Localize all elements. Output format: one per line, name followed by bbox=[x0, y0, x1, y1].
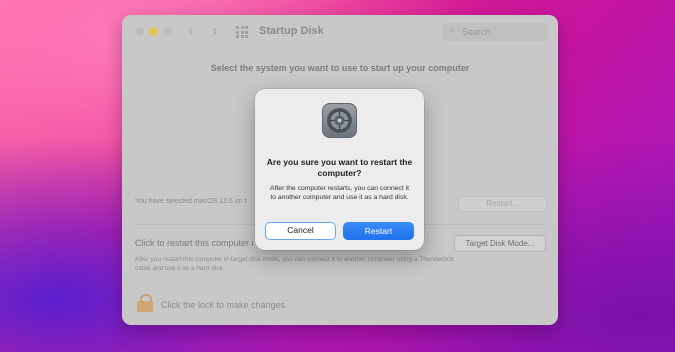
system-preferences-gear-icon bbox=[322, 103, 357, 138]
show-all-grid-icon[interactable] bbox=[236, 26, 248, 38]
selected-system-text: You have selected macOS 12.6 on t bbox=[135, 198, 247, 205]
forward-chevron-icon[interactable]: › bbox=[212, 21, 218, 41]
dialog-title: Are you sure you want to restart the com… bbox=[266, 157, 413, 178]
restart-button-disabled[interactable]: Restart... bbox=[458, 196, 547, 212]
target-disk-description: After you restart this computer in targe… bbox=[135, 256, 454, 272]
close-window-button[interactable] bbox=[135, 27, 144, 36]
lock-label: Click the lock to make changes. bbox=[161, 300, 288, 310]
target-disk-mode-label: Click to restart this computer i bbox=[135, 238, 254, 248]
select-system-header: Select the system you want to use to sta… bbox=[210, 63, 470, 73]
back-chevron-icon[interactable]: ‹ bbox=[188, 21, 194, 41]
restart-confirm-dialog: Are you sure you want to restart the com… bbox=[255, 89, 424, 250]
cancel-button[interactable]: Cancel bbox=[265, 222, 336, 240]
window-title: Startup Disk bbox=[259, 25, 324, 37]
zoom-window-button[interactable] bbox=[163, 27, 172, 36]
target-disk-mode-button[interactable]: Target Disk Mode... bbox=[454, 235, 546, 252]
search-input[interactable]: ⌕ Search bbox=[442, 23, 548, 41]
search-icon: ⌕ bbox=[449, 25, 455, 36]
restart-button[interactable]: Restart bbox=[343, 222, 414, 240]
search-placeholder: Search bbox=[462, 27, 491, 37]
minimize-window-button[interactable] bbox=[149, 27, 158, 36]
title-bar: ‹ › Startup Disk ⌕ Search bbox=[122, 15, 558, 49]
lock-icon[interactable] bbox=[137, 294, 153, 312]
dialog-message: After the computer restarts, you can con… bbox=[269, 185, 410, 201]
